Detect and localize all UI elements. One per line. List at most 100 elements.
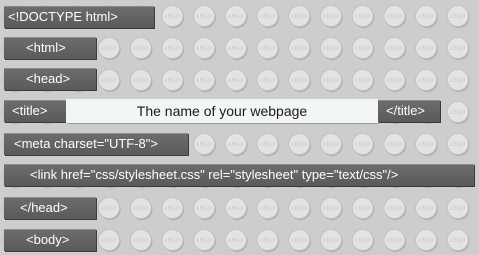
- stud: LEGO: [224, 133, 248, 157]
- stud: LEGO: [320, 5, 343, 29]
- svg-text:LEGO: LEGO: [260, 78, 276, 84]
- stud: LEGO: [288, 197, 311, 221]
- stud: LEGO: [129, 229, 153, 253]
- svg-text:LEGO: LEGO: [165, 78, 181, 84]
- svg-text:LEGO: LEGO: [292, 142, 308, 148]
- svg-text:LEGO: LEGO: [419, 46, 435, 52]
- head-close-brick: </head>: [4, 197, 96, 219]
- stud: LEGO: [383, 229, 407, 253]
- svg-text:LEGO: LEGO: [387, 238, 403, 244]
- svg-text:LEGO: LEGO: [102, 206, 118, 212]
- svg-text:LEGO: LEGO: [387, 78, 403, 84]
- svg-text:LEGO: LEGO: [450, 46, 466, 52]
- stud: LEGO: [193, 37, 216, 61]
- doctype-brick: <!DOCTYPE html>: [4, 6, 154, 28]
- meta-brick: <meta charset="UTF-8">: [4, 133, 188, 155]
- stud: LEGO: [446, 101, 470, 125]
- stud: LEGO: [224, 69, 248, 93]
- svg-text:LEGO: LEGO: [323, 206, 339, 212]
- svg-text:LEGO: LEGO: [387, 206, 403, 212]
- svg-text:LEGO: LEGO: [102, 78, 118, 84]
- stud: LEGO: [351, 229, 375, 253]
- stud: LEGO: [320, 133, 343, 157]
- svg-text:LEGO: LEGO: [323, 14, 339, 20]
- svg-text:LEGO: LEGO: [197, 206, 213, 212]
- svg-text:LEGO: LEGO: [102, 238, 118, 244]
- svg-text:LEGO: LEGO: [355, 206, 371, 212]
- svg-text:LEGO: LEGO: [165, 46, 181, 52]
- stud: LEGO: [415, 5, 438, 29]
- svg-text:LEGO: LEGO: [450, 238, 466, 244]
- svg-text:LEGO: LEGO: [387, 14, 403, 20]
- stud: LEGO: [320, 197, 343, 221]
- stud: LEGO: [383, 197, 407, 221]
- stud: LEGO: [224, 37, 248, 61]
- title-text-brick: The name of your webpage: [66, 99, 378, 123]
- svg-text:LEGO: LEGO: [387, 142, 403, 148]
- svg-text:LEGO: LEGO: [450, 206, 466, 212]
- stud: LEGO: [446, 69, 470, 93]
- stud: LEGO: [288, 5, 311, 29]
- svg-text:LEGO: LEGO: [323, 46, 339, 52]
- svg-text:LEGO: LEGO: [419, 14, 435, 20]
- stud: LEGO: [351, 197, 375, 221]
- svg-text:LEGO: LEGO: [419, 142, 435, 148]
- stud: LEGO: [446, 5, 470, 29]
- svg-text:LEGO: LEGO: [197, 78, 213, 84]
- svg-text:LEGO: LEGO: [197, 46, 213, 52]
- stud: LEGO: [351, 69, 375, 93]
- stud: LEGO: [288, 69, 311, 93]
- stud: LEGO: [320, 69, 343, 93]
- stud: LEGO: [193, 5, 216, 29]
- svg-text:LEGO: LEGO: [133, 78, 149, 84]
- svg-text:LEGO: LEGO: [450, 110, 466, 116]
- body-open-brick: <body>: [4, 229, 96, 251]
- stud: LEGO: [224, 229, 248, 253]
- stud: LEGO: [161, 229, 185, 253]
- stud: LEGO: [161, 5, 185, 29]
- svg-text:LEGO: LEGO: [197, 238, 213, 244]
- stud: LEGO: [129, 69, 153, 93]
- svg-text:LEGO: LEGO: [355, 238, 371, 244]
- svg-text:LEGO: LEGO: [355, 14, 371, 20]
- svg-text:LEGO: LEGO: [228, 142, 244, 148]
- stud: LEGO: [383, 133, 407, 157]
- svg-text:LEGO: LEGO: [165, 206, 181, 212]
- stud: LEGO: [256, 197, 280, 221]
- stud: LEGO: [193, 133, 216, 157]
- svg-text:LEGO: LEGO: [260, 46, 276, 52]
- svg-text:LEGO: LEGO: [133, 46, 149, 52]
- svg-text:LEGO: LEGO: [419, 238, 435, 244]
- stud: LEGO: [256, 133, 280, 157]
- stud: LEGO: [351, 133, 375, 157]
- stud: LEGO: [288, 229, 311, 253]
- svg-text:LEGO: LEGO: [450, 78, 466, 84]
- stud: LEGO: [446, 197, 470, 221]
- stud: LEGO: [98, 229, 121, 253]
- svg-text:LEGO: LEGO: [228, 238, 244, 244]
- svg-text:LEGO: LEGO: [292, 46, 308, 52]
- svg-text:LEGO: LEGO: [260, 206, 276, 212]
- stud: LEGO: [256, 5, 280, 29]
- link-brick: <link href="css/stylesheet.css" rel="sty…: [4, 164, 474, 186]
- svg-text:LEGO: LEGO: [133, 206, 149, 212]
- svg-text:LEGO: LEGO: [133, 238, 149, 244]
- stud: LEGO: [320, 229, 343, 253]
- stud: LEGO: [415, 229, 438, 253]
- svg-text:LEGO: LEGO: [260, 142, 276, 148]
- title-close-brick: </title>: [378, 100, 440, 122]
- svg-text:LEGO: LEGO: [323, 142, 339, 148]
- stud: LEGO: [256, 69, 280, 93]
- stud: LEGO: [351, 5, 375, 29]
- stud: LEGO: [224, 5, 248, 29]
- stud: LEGO: [161, 37, 185, 61]
- stud: LEGO: [129, 197, 153, 221]
- stud: LEGO: [161, 197, 185, 221]
- svg-text:LEGO: LEGO: [197, 142, 213, 148]
- svg-text:LEGO: LEGO: [228, 46, 244, 52]
- stud: LEGO: [256, 37, 280, 61]
- svg-text:LEGO: LEGO: [165, 14, 181, 20]
- svg-text:LEGO: LEGO: [197, 14, 213, 20]
- stud: LEGO: [193, 229, 216, 253]
- svg-text:LEGO: LEGO: [165, 238, 181, 244]
